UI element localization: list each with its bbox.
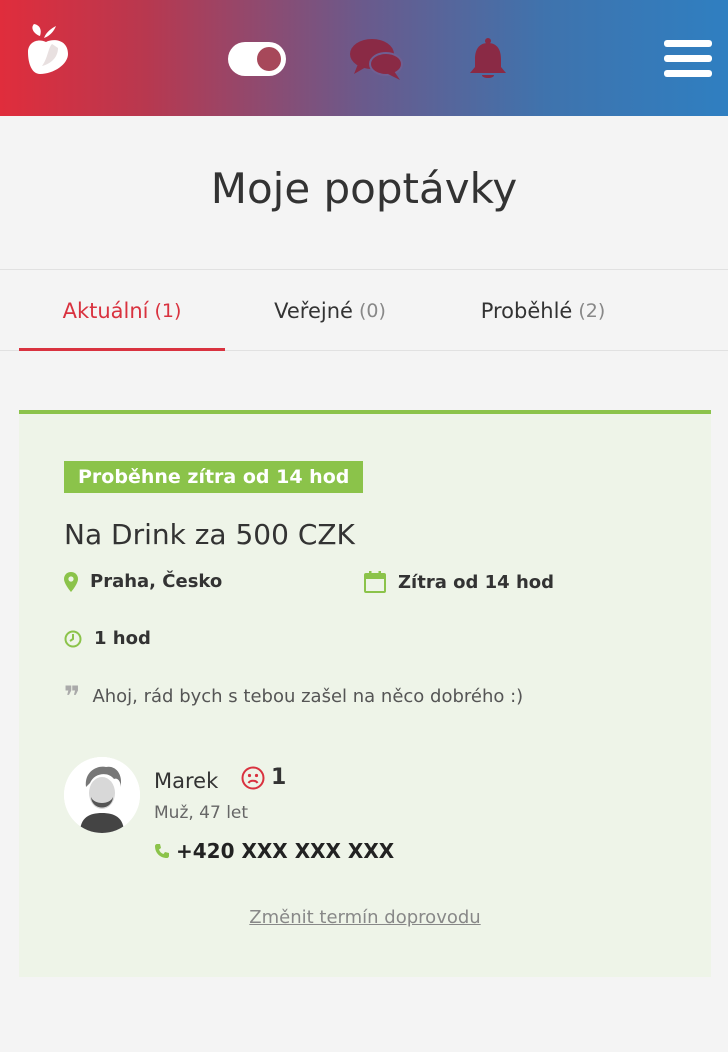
change-time-link[interactable]: Změnit termín doprovodu bbox=[19, 907, 711, 928]
user-info: Muž, 47 let bbox=[154, 803, 249, 823]
tab-verejne[interactable]: Veřejné (0) bbox=[230, 270, 430, 352]
tab-bar: Aktuální (1) Veřejné (0) Proběhlé (2) bbox=[0, 269, 728, 351]
date-text: Zítra od 14 hod bbox=[398, 571, 555, 593]
clock-icon bbox=[64, 630, 82, 647]
message-row: ❞ Ahoj, rád bych s tebou zašel na něco d… bbox=[64, 679, 524, 713]
map-pin-icon bbox=[64, 571, 78, 592]
tab-label: Veřejné bbox=[274, 299, 353, 323]
hamburger-menu-icon[interactable] bbox=[664, 40, 712, 78]
rating-value: 1 bbox=[271, 765, 287, 790]
heart-drop-logo[interactable] bbox=[24, 22, 70, 76]
bell-icon[interactable] bbox=[466, 37, 510, 81]
user-rating: 1 bbox=[241, 765, 286, 790]
page-title: Moje poptávky bbox=[210, 164, 518, 213]
menu-line bbox=[664, 40, 712, 47]
avatar-portrait-icon bbox=[64, 757, 140, 833]
tab-aktualni[interactable]: Aktuální (1) bbox=[19, 270, 225, 352]
location-text: Praha, Česko bbox=[90, 571, 223, 592]
tab-count: (1) bbox=[154, 300, 182, 322]
duration-row: 1 hod bbox=[64, 628, 151, 649]
calendar-icon bbox=[364, 571, 386, 593]
request-title: Na Drink za 500 CZK bbox=[64, 518, 355, 551]
menu-line bbox=[664, 70, 712, 77]
chat-bubbles-icon[interactable] bbox=[350, 38, 404, 82]
quote-icon: ❞ bbox=[64, 679, 81, 713]
message-text: Ahoj, rád bych s tebou zašel na něco dob… bbox=[92, 686, 524, 707]
phone-row[interactable]: +420 XXX XXX XXX bbox=[154, 839, 394, 863]
avatar[interactable] bbox=[64, 757, 140, 833]
app-header bbox=[0, 0, 728, 116]
active-tab-indicator bbox=[19, 348, 225, 351]
toggle-switch-icon[interactable] bbox=[228, 42, 286, 76]
date-row: Zítra od 14 hod bbox=[364, 571, 554, 593]
phone-icon bbox=[155, 844, 169, 858]
tab-label: Aktuální bbox=[62, 299, 149, 323]
user-name: Marek bbox=[154, 769, 219, 793]
toggle-knob bbox=[257, 47, 281, 71]
status-badge: Proběhne zítra od 14 hod bbox=[64, 461, 364, 493]
tab-count: (0) bbox=[358, 300, 386, 322]
request-card: Proběhne zítra od 14 hod Na Drink za 500… bbox=[19, 410, 711, 977]
location-row: Praha, Česko bbox=[64, 571, 222, 592]
duration-text: 1 hod bbox=[94, 628, 151, 649]
tab-probehle[interactable]: Proběhlé (2) bbox=[440, 270, 646, 352]
sad-face-icon bbox=[241, 766, 265, 789]
tab-label: Proběhlé bbox=[480, 299, 573, 323]
menu-line bbox=[664, 55, 712, 62]
tab-count: (2) bbox=[578, 300, 606, 322]
phone-number: +420 XXX XXX XXX bbox=[176, 839, 395, 863]
